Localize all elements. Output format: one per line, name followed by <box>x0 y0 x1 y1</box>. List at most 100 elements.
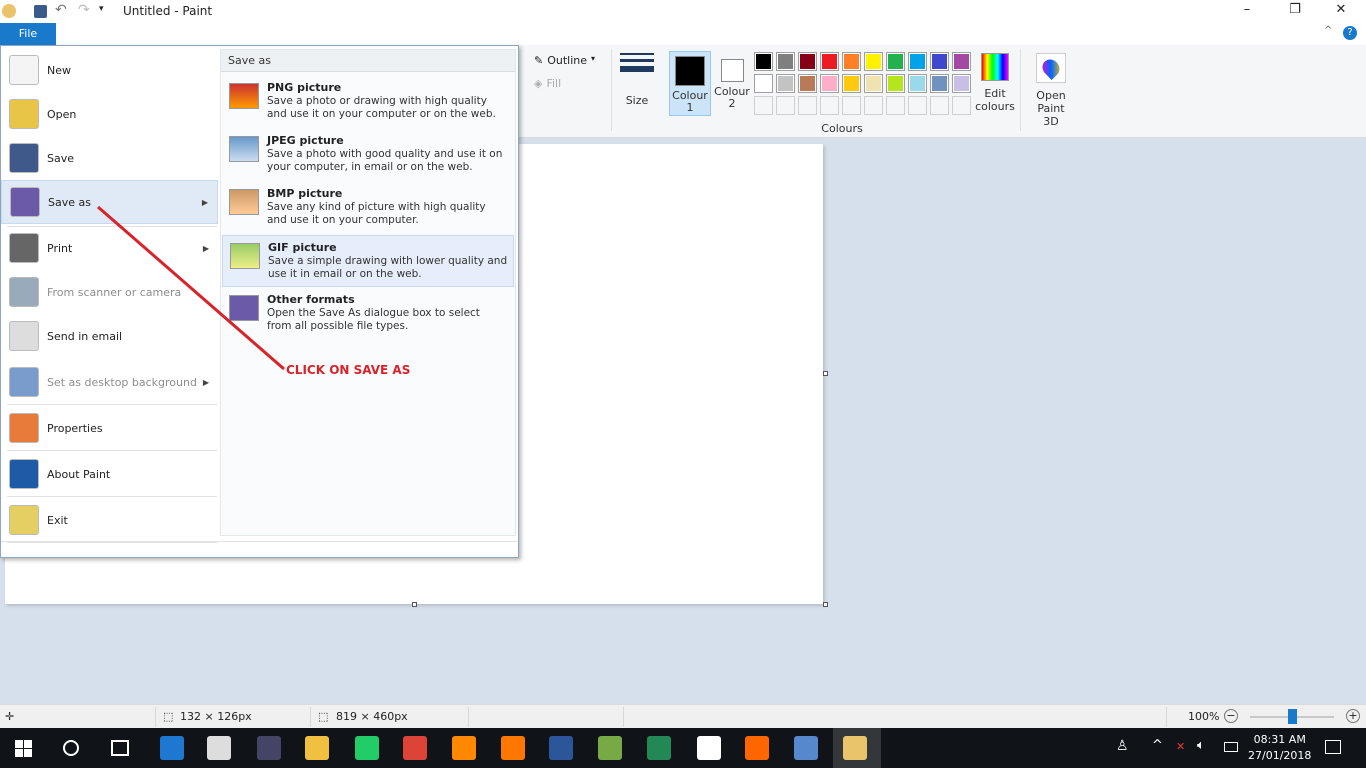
file-tab[interactable]: File <box>0 23 56 45</box>
custom-colour-slot[interactable] <box>842 96 861 115</box>
colour1-button[interactable]: Colour 1 <box>669 51 711 116</box>
size-button[interactable]: Size <box>620 53 654 107</box>
custom-colour-slot[interactable] <box>864 96 883 115</box>
custom-colour-slot[interactable] <box>886 96 905 115</box>
save-as-bmp[interactable]: BMP picture Save any kind of picture with… <box>222 182 514 234</box>
file-explorer-icon[interactable] <box>305 736 329 760</box>
colour-swatch[interactable] <box>864 52 883 71</box>
colour-swatch[interactable] <box>754 74 773 93</box>
colour-swatch[interactable] <box>952 74 971 93</box>
zoom-slider-thumb[interactable] <box>1288 709 1297 724</box>
colour-swatch[interactable] <box>886 74 905 93</box>
menu-item-open[interactable]: Open <box>1 92 218 136</box>
colour-swatch[interactable] <box>776 74 795 93</box>
resize-handle[interactable] <box>412 602 417 607</box>
custom-colour-slot[interactable] <box>952 96 971 115</box>
network-icon[interactable]: ✕ <box>1176 740 1185 753</box>
outline-button[interactable]: ✎ Outline ▾ <box>534 54 595 67</box>
game-icon[interactable] <box>257 736 281 760</box>
vectric-icon[interactable] <box>598 736 622 760</box>
colour-swatch[interactable] <box>820 74 839 93</box>
clock[interactable]: 08:31 AM 27/01/2018 <box>1248 732 1311 764</box>
menu-item-save[interactable]: Save <box>1 136 218 180</box>
menu-item-send-in-email[interactable]: Send in email <box>1 314 218 358</box>
battery-icon[interactable] <box>1224 742 1238 752</box>
edit-colours-button[interactable]: Edit colours <box>975 53 1015 113</box>
undo-icon[interactable]: ↶ <box>55 2 67 18</box>
vlc-icon[interactable] <box>501 736 525 760</box>
save-as-header: Save as <box>221 50 515 72</box>
menu-item-print[interactable]: Print ▶ <box>1 226 218 270</box>
colour2-button[interactable]: Colour 2 <box>713 51 751 116</box>
colour-swatch[interactable] <box>908 52 927 71</box>
colour-swatch[interactable] <box>776 52 795 71</box>
colour-swatch[interactable] <box>842 52 861 71</box>
fill-bucket-icon: ◈ <box>534 77 543 90</box>
custom-colour-slot[interactable] <box>820 96 839 115</box>
save-as-jpeg[interactable]: JPEG picture Save a photo with good quali… <box>222 129 514 181</box>
colour-swatch[interactable] <box>864 74 883 93</box>
quick-save-icon[interactable] <box>34 5 47 18</box>
colour-swatch[interactable] <box>842 74 861 93</box>
whatsapp-icon[interactable] <box>355 736 379 760</box>
menu-item-from-scanner-or-camera[interactable]: From scanner or camera <box>1 270 218 314</box>
colour-swatch[interactable] <box>930 74 949 93</box>
menu-item-set-as-desktop-background[interactable]: Set as desktop background ▶ <box>1 360 218 404</box>
help-button[interactable]: ? <box>1343 26 1357 40</box>
desktop-icon <box>9 367 39 397</box>
colour-swatch[interactable] <box>886 52 905 71</box>
zoom-in-button[interactable]: + <box>1346 709 1360 723</box>
people-icon[interactable]: ♙ <box>1116 738 1129 754</box>
colour-swatch[interactable] <box>952 52 971 71</box>
custom-colour-slot[interactable] <box>930 96 949 115</box>
media-player-icon[interactable] <box>452 736 476 760</box>
save-as-other[interactable]: Other formats Open the Save As dialogue b… <box>222 288 514 340</box>
colour-swatch[interactable] <box>754 52 773 71</box>
remote-desktop-icon[interactable] <box>794 736 818 760</box>
custom-colour-slot[interactable] <box>754 96 773 115</box>
time: 08:31 AM <box>1253 733 1306 746</box>
paint-icon[interactable] <box>843 736 867 760</box>
divider <box>7 542 217 543</box>
menu-item-exit[interactable]: Exit <box>1 498 218 542</box>
custom-colour-slot[interactable] <box>798 96 817 115</box>
colour-palette <box>754 52 974 118</box>
colour-swatch[interactable] <box>820 52 839 71</box>
show-hidden-icons[interactable]: ^ <box>1152 738 1163 753</box>
zoom-out-button[interactable]: − <box>1224 709 1238 723</box>
volume-icon[interactable]: 🔈︎ <box>1197 738 1205 753</box>
edge-icon[interactable] <box>160 736 184 760</box>
mail-icon[interactable] <box>697 736 721 760</box>
customize-toolbar-icon[interactable]: ▾ <box>99 4 104 14</box>
menu-item-properties[interactable]: Properties <box>1 406 218 450</box>
colour-swatch[interactable] <box>798 52 817 71</box>
close-button[interactable]: ✕ <box>1326 2 1356 17</box>
fill-button[interactable]: ◈ Fill <box>534 77 561 90</box>
colour-swatch[interactable] <box>930 52 949 71</box>
colour-swatch[interactable] <box>798 74 817 93</box>
chrome-icon[interactable] <box>403 736 427 760</box>
action-center-icon[interactable] <box>1325 740 1341 754</box>
start-button[interactable] <box>15 740 32 757</box>
minimize-button[interactable]: – <box>1232 2 1262 17</box>
redo-icon[interactable]: ↷ <box>78 2 90 18</box>
colour-swatch[interactable] <box>908 74 927 93</box>
save-as-gif[interactable]: GIF picture Save a simple drawing with lo… <box>222 235 514 287</box>
custom-colour-slot[interactable] <box>908 96 927 115</box>
maximize-button[interactable]: ❐ <box>1280 2 1310 17</box>
resize-handle[interactable] <box>823 371 828 376</box>
custom-colour-slot[interactable] <box>776 96 795 115</box>
menu-item-save-as[interactable]: Save as ▶ <box>1 180 218 224</box>
open-paint3d-button[interactable]: Open Paint 3D <box>1028 53 1074 128</box>
app-icon[interactable] <box>647 736 671 760</box>
task-view-icon[interactable] <box>111 740 129 756</box>
resize-handle[interactable] <box>823 602 828 607</box>
collapse-ribbon-button[interactable]: ^ <box>1324 25 1332 36</box>
firefox-icon[interactable] <box>745 736 769 760</box>
menu-item-about-paint[interactable]: About Paint <box>1 452 218 496</box>
word-icon[interactable] <box>549 736 573 760</box>
store-icon[interactable] <box>207 736 231 760</box>
save-as-png[interactable]: PNG picture Save a photo or drawing with … <box>222 76 514 128</box>
search-icon[interactable] <box>63 740 79 756</box>
menu-item-new[interactable]: New <box>1 48 218 92</box>
